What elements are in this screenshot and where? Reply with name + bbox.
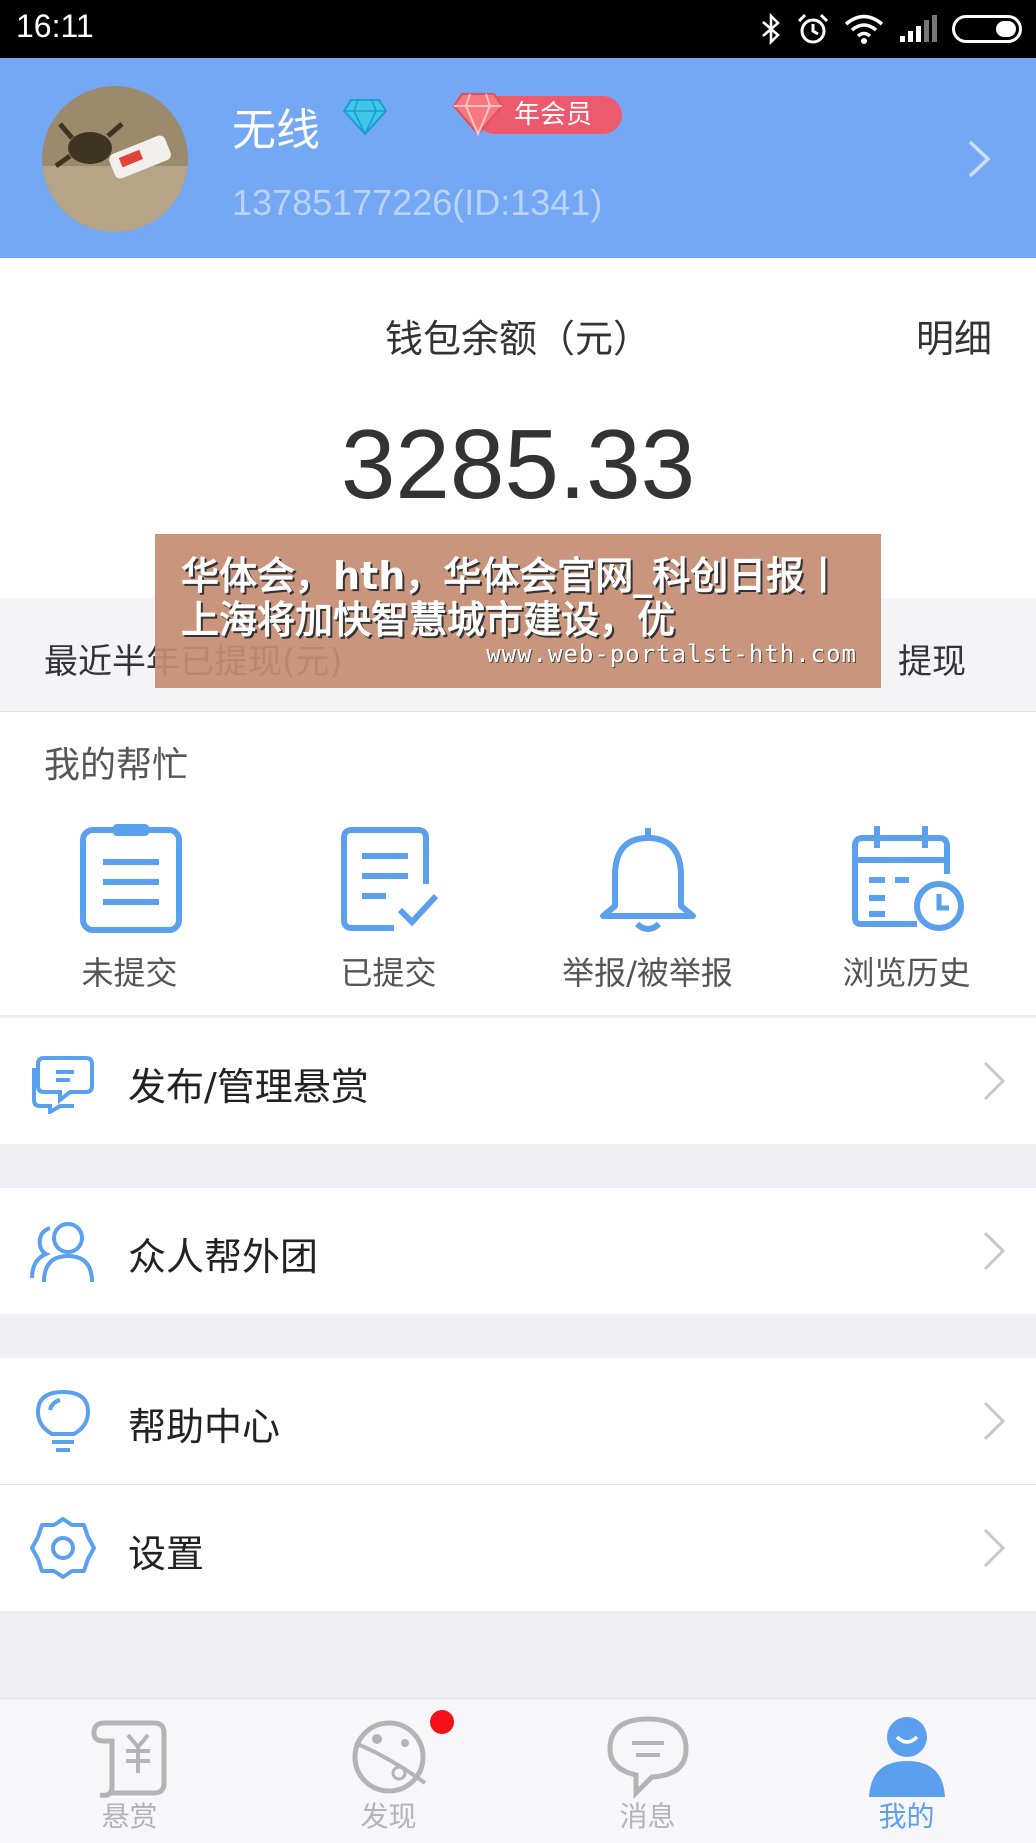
help-item-label: 举报/被举报: [562, 954, 733, 992]
overlay-headline: 华体会，hth，华体会官网_科创日报丨上海将加快智慧城市建设，优: [181, 554, 843, 642]
calendar-clock-icon: [851, 826, 964, 931]
menu-row-settings[interactable]: 设置: [0, 1485, 1036, 1611]
clipboard-icon: [79, 824, 182, 933]
signal-icon: [900, 15, 937, 42]
withdraw-button[interactable]: 提现: [898, 634, 966, 683]
vip-badge: 年会员: [452, 90, 622, 136]
user-profile-icon: [868, 1717, 945, 1797]
help-item-label: 未提交: [81, 954, 178, 992]
lightbulb-icon: [35, 1389, 91, 1452]
bluetooth-icon: [762, 13, 780, 45]
avatar-image: [42, 86, 188, 232]
wallet-balance-amount: 3285.33: [340, 409, 696, 519]
users-icon: [30, 1222, 94, 1283]
nickname: 无线: [232, 105, 320, 156]
reward-scroll-icon: [90, 1720, 166, 1798]
gem-icon: [452, 93, 504, 136]
wallet-balance-title: 钱包余额（元）: [384, 317, 651, 361]
nav-tab-label: 消息: [619, 1800, 676, 1833]
status-bar: 16:11: [0, 0, 1036, 58]
nav-tab-label: 我的: [878, 1800, 935, 1833]
checked-document-icon: [340, 827, 438, 931]
overlay-url: www.web-portalst-hth.com: [486, 640, 857, 668]
profile-header[interactable]: 无线 年会员 13785177226(ID:1341): [0, 58, 1036, 258]
status-time: 16:11: [16, 8, 94, 44]
avatar[interactable]: [42, 86, 188, 232]
chevron-right-icon: [983, 1528, 1006, 1568]
chevron-right-icon: [983, 1401, 1006, 1441]
menu-row-label: 发布/管理悬赏: [128, 1065, 369, 1109]
bell-icon: [599, 828, 696, 932]
battery-icon: [952, 15, 1022, 43]
nav-tab-label: 悬赏: [101, 1800, 158, 1833]
help-item-report[interactable]: 举报/被举报: [518, 824, 777, 1004]
alarm-icon: [797, 13, 829, 44]
settings-icon: [30, 1517, 96, 1579]
menu-row-label: 设置: [128, 1532, 205, 1576]
section-title: 我的帮忙: [44, 745, 189, 786]
chevron-right-icon[interactable]: [966, 138, 992, 180]
chat-bubble-icon: [32, 1056, 94, 1114]
nav-tab-discover[interactable]: 发现: [259, 1713, 518, 1839]
menu-row-label: 众人帮外团: [128, 1235, 319, 1279]
chevron-right-icon: [983, 1231, 1006, 1271]
menu-row-team[interactable]: 众人帮外团: [0, 1188, 1036, 1314]
menu-row-help-center[interactable]: 帮助中心: [0, 1358, 1036, 1484]
nav-tab-mine[interactable]: 我的: [777, 1713, 1036, 1839]
wallet-detail-link[interactable]: 明细: [916, 308, 992, 363]
planet-icon: [352, 1720, 426, 1794]
help-item-label: 浏览历史: [842, 954, 971, 992]
nav-tab-messages[interactable]: 消息: [518, 1713, 777, 1839]
my-help-section: 我的帮忙 未提交 已提交 举报/被举报 浏览历史: [0, 712, 1036, 1016]
phone-id: 13785177226(ID:1341): [232, 182, 603, 223]
nav-tab-label: 发现: [360, 1800, 417, 1833]
help-item-submitted[interactable]: 已提交: [259, 824, 518, 1004]
status-icons: [760, 10, 1022, 48]
menu-row-publish[interactable]: 发布/管理悬赏: [0, 1018, 1036, 1144]
menu-row-label: 帮助中心: [128, 1405, 281, 1449]
notification-dot: [430, 1710, 454, 1734]
diamond-icon: [343, 99, 387, 136]
help-item-history[interactable]: 浏览历史: [777, 824, 1036, 1004]
help-item-not-submitted[interactable]: 未提交: [0, 824, 259, 1004]
help-item-label: 已提交: [340, 954, 437, 992]
message-bubble-icon: [606, 1716, 689, 1799]
nav-tab-reward[interactable]: 悬赏: [0, 1713, 259, 1839]
wifi-icon: [844, 14, 884, 44]
chevron-right-icon: [983, 1061, 1006, 1101]
bottom-navigation: 悬赏 发现 消息 我的: [0, 1698, 1036, 1843]
ad-overlay-banner: 华体会，hth，华体会官网_科创日报丨上海将加快智慧城市建设，优 www.web…: [155, 534, 881, 688]
